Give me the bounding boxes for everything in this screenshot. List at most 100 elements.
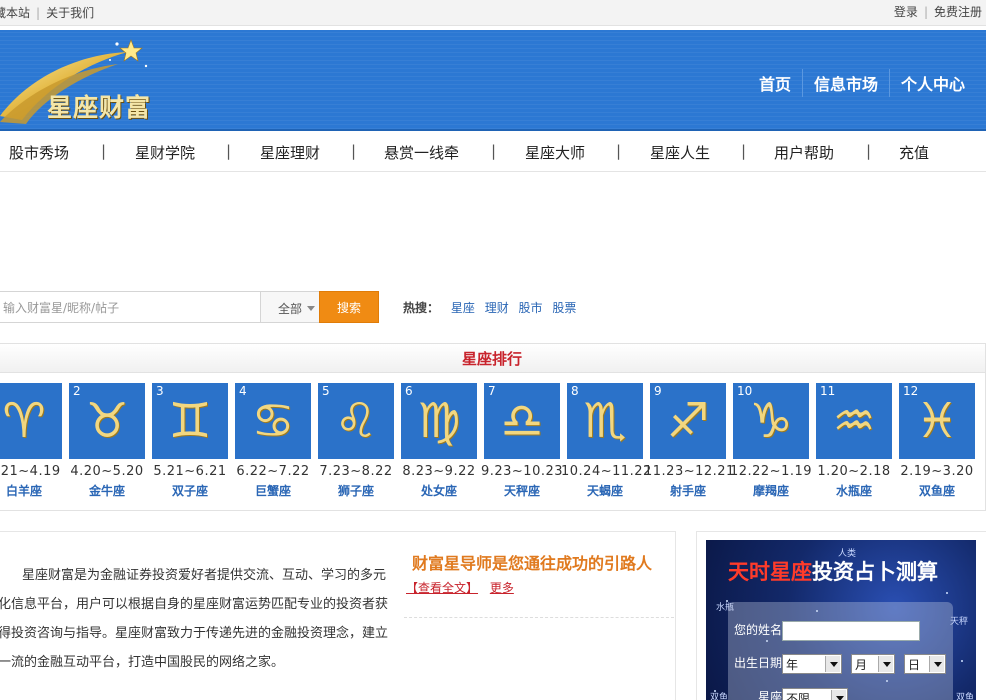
divider: | bbox=[923, 5, 928, 19]
name-field[interactable] bbox=[782, 621, 920, 641]
read-full-link[interactable]: 【查看全文】 bbox=[406, 581, 478, 595]
zodiac-card[interactable]: 3 ♊ 5.21~6.21 双子座 bbox=[152, 383, 228, 503]
subnav-finance[interactable]: 星座理财 bbox=[260, 142, 320, 163]
chevron-down-icon bbox=[878, 656, 893, 672]
subnav-divider: | bbox=[226, 142, 232, 160]
nav-home[interactable]: 首页 bbox=[748, 71, 802, 95]
day-select[interactable]: 日 bbox=[904, 654, 946, 674]
zodiac-card[interactable]: 11 ♒ 1.20~2.18 水瓶座 bbox=[816, 383, 892, 503]
search-input[interactable]: 输入财富星/昵称/帖子 bbox=[0, 291, 260, 323]
about-us-link[interactable]: 关于我们 bbox=[46, 6, 94, 20]
zodiac-name[interactable]: 天秤座 bbox=[484, 482, 560, 499]
search-button[interactable]: 搜索 bbox=[319, 291, 379, 323]
zodiac-date-range: 9.23~10.23 bbox=[480, 464, 564, 479]
login-link[interactable]: 登录 bbox=[894, 5, 918, 19]
zodiac-date-range: 6.22~7.22 bbox=[236, 464, 310, 479]
zodiac-date-range: 12.22~1.19 bbox=[729, 464, 813, 479]
search-scope-value: 全部 bbox=[278, 302, 303, 316]
zodiac-card[interactable]: ♈ 3.21~4.19 白羊座 bbox=[0, 383, 62, 503]
zodiac-name[interactable]: 白羊座 bbox=[0, 482, 62, 499]
zodiac-card[interactable]: 6 ♍ 8.23~9.22 处女座 bbox=[401, 383, 477, 503]
zodiac-card[interactable]: 8 ♏ 10.24~11.22 天蝎座 bbox=[561, 383, 651, 503]
month-select[interactable]: 月 bbox=[851, 654, 895, 674]
zodiac-name[interactable]: 水瓶座 bbox=[816, 482, 892, 499]
zodiac-card[interactable]: 7 ♎ 9.23~10.23 天秤座 bbox=[481, 383, 563, 503]
chevron-down-icon bbox=[831, 690, 846, 700]
search-scope-select[interactable]: 全部 bbox=[260, 291, 320, 323]
category-nav: 股市秀场 | 星财学院 | 星座理财 | 悬赏一线牵 | 星座大师 | 星座人生… bbox=[0, 132, 986, 172]
zodiac-image[interactable]: 3 ♊ bbox=[152, 383, 228, 459]
zodiac-image[interactable]: 4 ♋ bbox=[235, 383, 311, 459]
main-nav: 首页 信息市场 个人中心 bbox=[748, 68, 976, 98]
zodiac-sign-icon: ♉ bbox=[85, 393, 129, 449]
name-label: 您的姓名 bbox=[734, 623, 783, 637]
zodiac-date-range: 7.23~8.22 bbox=[319, 464, 393, 479]
zodiac-card[interactable]: 9 ♐ 11.23~12.21 射手座 bbox=[644, 383, 734, 503]
zodiac-sign-icon: ♎ bbox=[500, 393, 544, 449]
mentor-headline[interactable]: 财富星导师是您通往成功的引路人 bbox=[412, 550, 652, 574]
zodiac-name[interactable]: 巨蟹座 bbox=[235, 482, 311, 499]
subnav-help[interactable]: 用户帮助 bbox=[774, 142, 834, 163]
subnav-academy[interactable]: 星财学院 bbox=[135, 142, 195, 163]
zodiac-sign-icon: ♐ bbox=[666, 393, 710, 449]
zodiac-card[interactable]: 10 ♑ 12.22~1.19 摩羯座 bbox=[730, 383, 812, 503]
zodiac-date-range: 11.23~12.21 bbox=[644, 464, 735, 479]
bookmark-link[interactable]: 藏本站 bbox=[0, 6, 30, 20]
zodiac-image[interactable]: 2 ♉ bbox=[69, 383, 145, 459]
zodiac-card[interactable]: 5 ♌ 7.23~8.22 狮子座 bbox=[318, 383, 394, 503]
ranking-title: 星座排行 bbox=[0, 343, 986, 373]
zodiac-image[interactable]: 7 ♎ bbox=[484, 383, 560, 459]
nav-info-market[interactable]: 信息市场 bbox=[803, 71, 889, 95]
hot-keyword[interactable]: 星座 bbox=[451, 301, 475, 315]
zodiac-card[interactable]: 12 ♓ 2.19~3.20 双鱼座 bbox=[899, 383, 975, 503]
zodiac-name[interactable]: 双鱼座 bbox=[899, 482, 975, 499]
mentor-links: 【查看全文】 更多 bbox=[406, 579, 514, 596]
zodiac-image[interactable]: 8 ♏ bbox=[567, 383, 643, 459]
site-header: 星座财富 首页 信息市场 个人中心 bbox=[0, 30, 986, 131]
zodiac-image[interactable]: 5 ♌ bbox=[318, 383, 394, 459]
hot-keyword[interactable]: 股市 bbox=[519, 301, 543, 315]
nav-personal-center[interactable]: 个人中心 bbox=[890, 71, 976, 95]
hot-search-label: 热搜： bbox=[403, 301, 440, 315]
zodiac-card[interactable]: 4 ♋ 6.22~7.22 巨蟹座 bbox=[235, 383, 311, 503]
year-select[interactable]: 年 bbox=[782, 654, 842, 674]
register-link[interactable]: 免费注册 bbox=[934, 5, 982, 19]
about-text: 星座财富是为金融证券投资爱好者提供交流、互动、学习的多元化信息平台，用户可以根据… bbox=[0, 561, 394, 677]
hot-search: 热搜： 星座 理财 股市 股票 bbox=[403, 299, 582, 316]
zodiac-name[interactable]: 处女座 bbox=[401, 482, 477, 499]
zodiac-image[interactable]: 11 ♒ bbox=[816, 383, 892, 459]
zodiac-image[interactable]: 12 ♓ bbox=[899, 383, 975, 459]
hot-keyword[interactable]: 理财 bbox=[485, 301, 509, 315]
zodiac-sign-icon: ♓ bbox=[915, 393, 959, 449]
zodiac-image[interactable]: 10 ♑ bbox=[733, 383, 809, 459]
more-link[interactable]: 更多 bbox=[490, 581, 514, 595]
subnav-divider: | bbox=[741, 142, 747, 160]
subnav-bounty[interactable]: 悬赏一线牵 bbox=[384, 142, 459, 163]
zodiac-name[interactable]: 金牛座 bbox=[69, 482, 145, 499]
zodiac-name[interactable]: 狮子座 bbox=[318, 482, 394, 499]
subnav-divider: | bbox=[101, 142, 107, 160]
zodiac-sign-icon: ♒ bbox=[832, 393, 876, 449]
zodiac-card[interactable]: 2 ♉ 4.20~5.20 金牛座 bbox=[69, 383, 145, 503]
hot-keyword[interactable]: 股票 bbox=[552, 301, 576, 315]
subnav-life[interactable]: 星座人生 bbox=[650, 142, 710, 163]
sign-select[interactable]: 不限 bbox=[782, 688, 848, 700]
zodiac-image[interactable]: 9 ♐ bbox=[650, 383, 726, 459]
zodiac-name[interactable]: 双子座 bbox=[152, 482, 228, 499]
constellation-tag: 双鱼 bbox=[956, 693, 975, 700]
subnav-recharge[interactable]: 充值 bbox=[899, 142, 929, 163]
zodiac-image[interactable]: 6 ♍ bbox=[401, 383, 477, 459]
zodiac-image[interactable]: ♈ bbox=[0, 383, 62, 459]
zodiac-sign-icon: ♊ bbox=[168, 393, 212, 449]
birth-date-label: 出生日期 bbox=[734, 656, 783, 670]
zodiac-name[interactable]: 天蝎座 bbox=[567, 482, 643, 499]
zodiac-date-range: 8.23~9.22 bbox=[402, 464, 476, 479]
subnav-masters[interactable]: 星座大师 bbox=[525, 142, 585, 163]
zodiac-name[interactable]: 射手座 bbox=[650, 482, 726, 499]
zodiac-name[interactable]: 摩羯座 bbox=[733, 482, 809, 499]
constellation-tag: 人类 bbox=[838, 549, 857, 559]
zodiac-date-range: 10.24~11.22 bbox=[561, 464, 652, 479]
subnav-divider: | bbox=[866, 142, 872, 160]
subnav-stock-show[interactable]: 股市秀场 bbox=[9, 142, 69, 163]
zodiac-date-range: 4.20~5.20 bbox=[70, 464, 144, 479]
